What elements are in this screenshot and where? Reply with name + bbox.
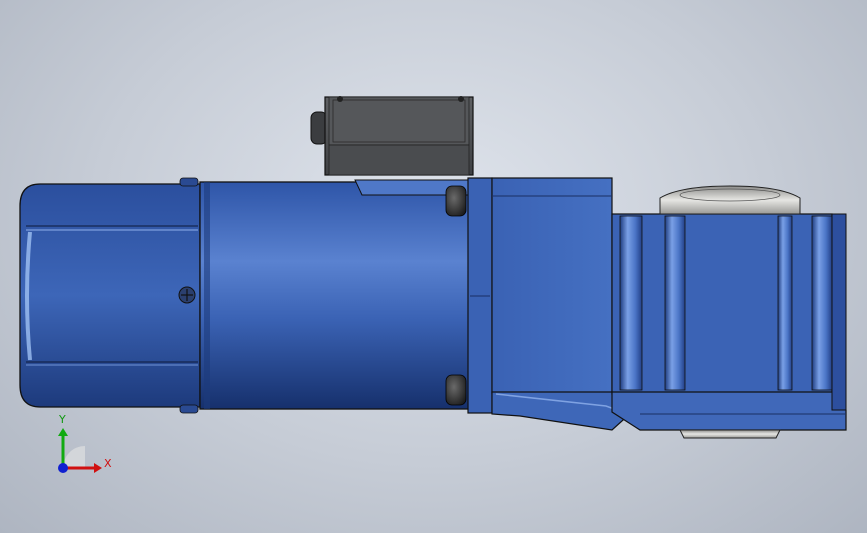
housing-rib [811,215,833,391]
motor-end-cap[interactable] [19,177,201,414]
bolt-icon [445,185,467,217]
screw-icon [337,96,343,102]
housing-rib [777,215,793,391]
housing-rib [619,215,643,391]
y-axis-label: Y [59,413,66,426]
z-axis-dot [58,463,68,473]
bolt-icon [445,374,467,406]
gearmotor-model[interactable] [0,0,867,533]
screw-icon [178,286,196,304]
screw-icon [458,96,464,102]
gearbox-housing[interactable] [491,177,847,431]
housing-rib [664,215,686,391]
x-axis-label: X [104,457,112,470]
motor-body[interactable] [199,179,471,410]
graphics-viewport[interactable]: X Y [0,0,867,533]
terminal-box[interactable] [310,96,474,176]
